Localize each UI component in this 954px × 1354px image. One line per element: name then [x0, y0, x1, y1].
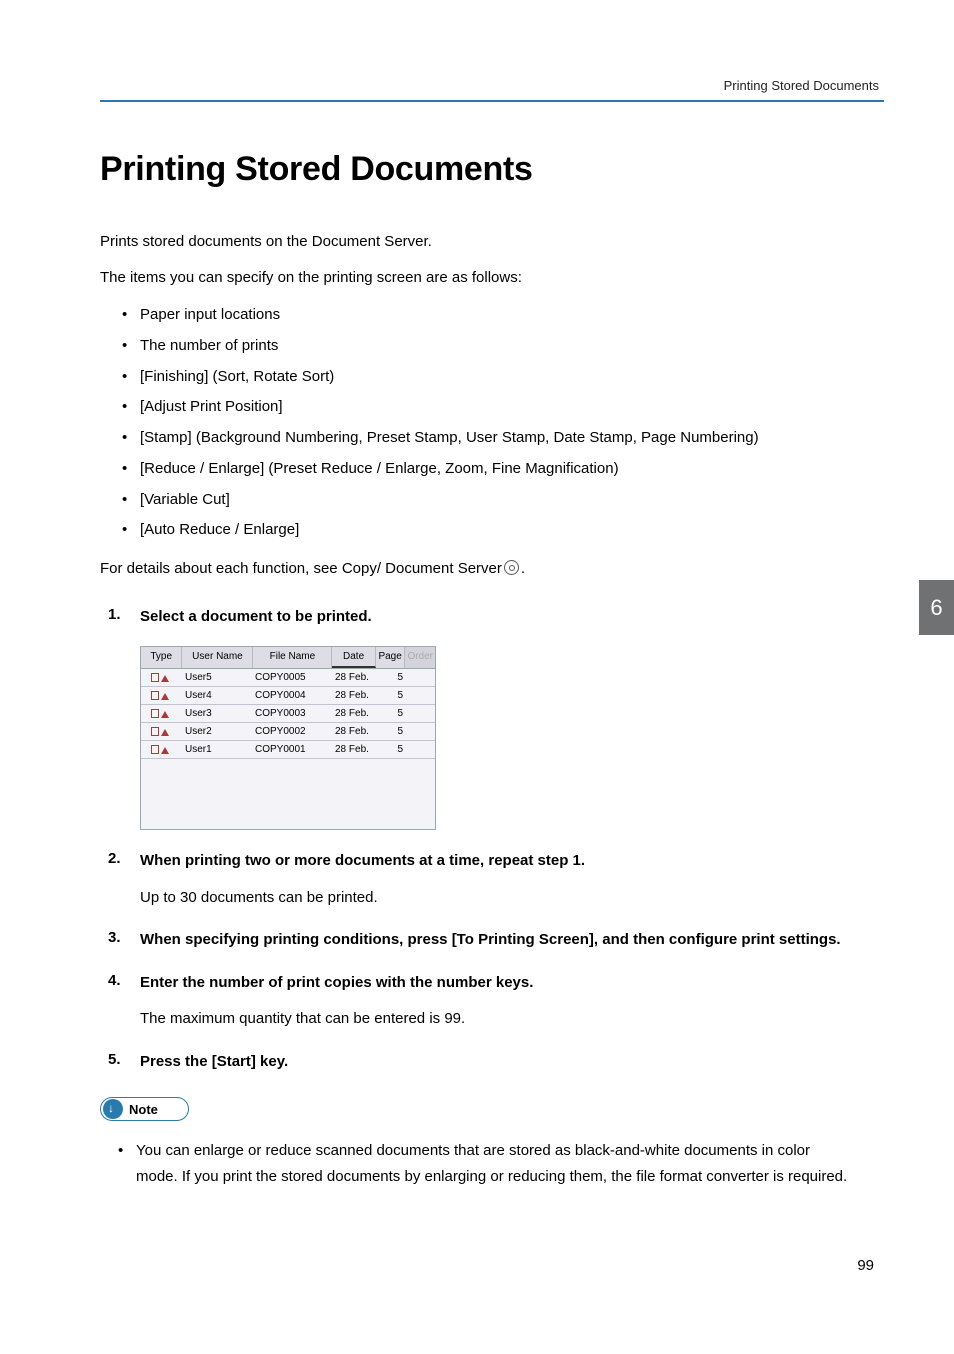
document-icon — [151, 727, 159, 736]
table-row[interactable]: User4 COPY0004 28 Feb. 5 — [141, 687, 435, 705]
step-1: Select a document to be printed. Type Us… — [100, 606, 854, 831]
row-page: 5 — [379, 744, 409, 755]
col-file[interactable]: File Name — [253, 647, 332, 668]
spec-item: Paper input locations — [100, 300, 854, 331]
running-header: Printing Stored Documents — [724, 78, 879, 93]
row-user: User4 — [183, 690, 255, 701]
row-file: COPY0002 — [255, 726, 335, 737]
row-icons — [141, 745, 183, 754]
col-page[interactable]: Page — [376, 647, 406, 668]
step-3: When specifying printing conditions, pre… — [100, 929, 854, 952]
col-type[interactable]: Type — [141, 647, 182, 668]
screenshot-header: Type User Name File Name Date Page Order — [141, 647, 435, 669]
row-date: 28 Feb. — [335, 726, 379, 737]
row-icons — [141, 709, 183, 718]
row-file: COPY0003 — [255, 708, 335, 719]
document-list-screenshot: Type User Name File Name Date Page Order… — [140, 646, 436, 830]
row-icons — [141, 673, 183, 682]
row-date: 28 Feb. — [335, 672, 379, 683]
note-badge: Note — [100, 1097, 189, 1121]
col-date[interactable]: Date — [332, 647, 375, 668]
note-label: Note — [129, 1102, 158, 1117]
row-user: User3 — [183, 708, 255, 719]
spec-item: [Adjust Print Position] — [100, 392, 854, 423]
user-icon — [161, 747, 169, 754]
col-user[interactable]: User Name — [182, 647, 253, 668]
step-2: When printing two or more documents at a… — [100, 850, 854, 909]
details-line: For details about each function, see Cop… — [100, 556, 854, 582]
spec-item: [Variable Cut] — [100, 485, 854, 516]
document-icon — [151, 691, 159, 700]
row-page: 5 — [379, 690, 409, 701]
spec-item: [Reduce / Enlarge] (Preset Reduce / Enla… — [100, 454, 854, 485]
row-file: COPY0004 — [255, 690, 335, 701]
intro-text-1: Prints stored documents on the Document … — [100, 229, 854, 255]
step-head: Press the [Start] key. — [140, 1051, 854, 1074]
step-head: When specifying printing conditions, pre… — [140, 929, 854, 952]
details-prefix: For details about each function, see Cop… — [100, 560, 502, 577]
table-row[interactable]: User5 COPY0005 28 Feb. 5 — [141, 669, 435, 687]
page-content: Printing Stored Documents Prints stored … — [100, 150, 854, 1191]
table-row[interactable]: User2 COPY0002 28 Feb. 5 — [141, 723, 435, 741]
step-head: Enter the number of print copies with th… — [140, 972, 854, 995]
row-user: User1 — [183, 744, 255, 755]
row-user: User5 — [183, 672, 255, 683]
document-icon — [151, 673, 159, 682]
user-icon — [161, 729, 169, 736]
row-file: COPY0005 — [255, 672, 335, 683]
down-arrow-icon — [103, 1099, 123, 1119]
row-icons — [141, 727, 183, 736]
procedure-list: Select a document to be printed. Type Us… — [100, 606, 854, 1074]
step-head: Select a document to be printed. — [140, 606, 854, 629]
step-4: Enter the number of print copies with th… — [100, 972, 854, 1031]
row-user: User2 — [183, 726, 255, 737]
page-number: 99 — [857, 1257, 874, 1274]
header-rule — [100, 100, 884, 102]
step-head: When printing two or more documents at a… — [140, 850, 854, 873]
user-icon — [161, 675, 169, 682]
document-icon — [151, 745, 159, 754]
table-row[interactable]: User3 COPY0003 28 Feb. 5 — [141, 705, 435, 723]
row-file: COPY0001 — [255, 744, 335, 755]
row-page: 5 — [379, 672, 409, 683]
row-date: 28 Feb. — [335, 744, 379, 755]
user-icon — [161, 711, 169, 718]
col-order[interactable]: Order — [405, 647, 435, 668]
note-list: You can enlarge or reduce scanned docume… — [100, 1138, 854, 1191]
spec-item: [Stamp] (Background Numbering, Preset St… — [100, 423, 854, 454]
step-body: Up to 30 documents can be printed. — [140, 887, 854, 910]
row-icons — [141, 691, 183, 700]
user-icon — [161, 693, 169, 700]
row-page: 5 — [379, 726, 409, 737]
spec-item: The number of prints — [100, 331, 854, 362]
document-icon — [151, 709, 159, 718]
step-5: Press the [Start] key. — [100, 1051, 854, 1074]
chapter-tab: 6 — [919, 580, 954, 635]
step-body: The maximum quantity that can be entered… — [140, 1008, 854, 1031]
screenshot-rows: User5 COPY0005 28 Feb. 5 User4 COPY0004 … — [141, 669, 435, 829]
spec-item: [Auto Reduce / Enlarge] — [100, 515, 854, 546]
details-suffix: . — [521, 560, 525, 577]
screenshot-spacer — [141, 759, 435, 829]
row-page: 5 — [379, 708, 409, 719]
page-title: Printing Stored Documents — [100, 150, 854, 189]
cd-icon — [504, 560, 519, 575]
spec-item: [Finishing] (Sort, Rotate Sort) — [100, 362, 854, 393]
intro-text-2: The items you can specify on the printin… — [100, 265, 854, 291]
spec-list: Paper input locations The number of prin… — [100, 300, 854, 546]
table-row[interactable]: User1 COPY0001 28 Feb. 5 — [141, 741, 435, 759]
row-date: 28 Feb. — [335, 708, 379, 719]
note-item: You can enlarge or reduce scanned docume… — [100, 1138, 854, 1191]
row-date: 28 Feb. — [335, 690, 379, 701]
